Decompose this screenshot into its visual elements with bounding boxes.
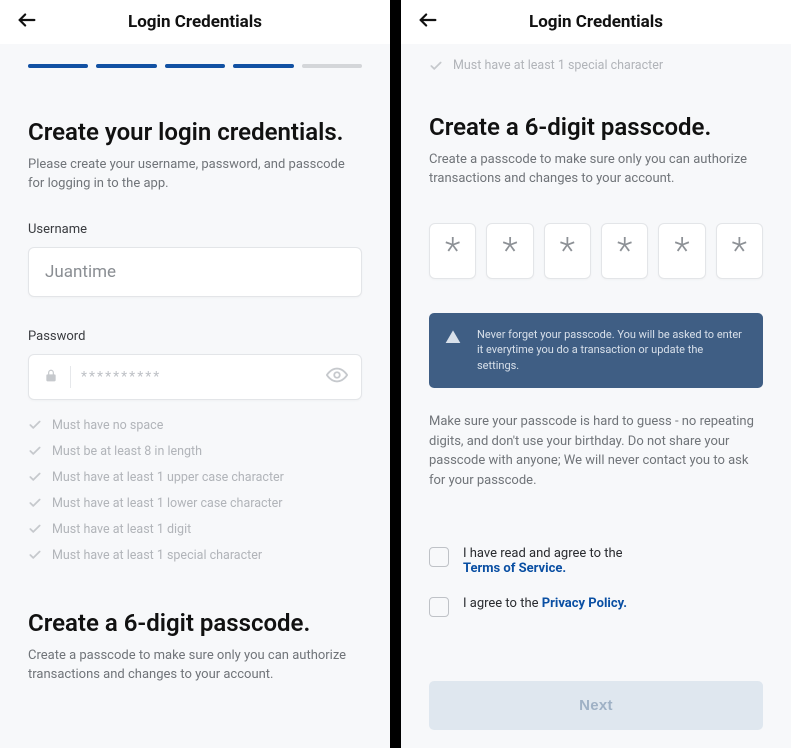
phone-left: Login Credentials Create your login cred… <box>0 0 390 748</box>
back-arrow-icon <box>16 9 38 31</box>
rule-text: Must have at least 1 lower case characte… <box>52 496 283 511</box>
terms-link[interactable]: Terms of Service. <box>463 561 566 576</box>
username-input[interactable]: Juantime <box>28 247 362 297</box>
show-password-button[interactable] <box>326 364 348 390</box>
pin-box-3[interactable]: * <box>544 223 591 279</box>
rule-item: Must have at least 1 lower case characte… <box>28 496 362 511</box>
phone-right: Login Credentials Must have at least 1 s… <box>401 0 791 748</box>
progress-bar <box>28 64 362 68</box>
pin-box-1[interactable]: * <box>429 223 476 279</box>
subtext-passcode: Create a passcode to make sure only you … <box>28 647 362 685</box>
phone-separator <box>390 0 401 748</box>
passcode-input[interactable]: * * * * * * <box>429 223 763 279</box>
rule-text: Must have at least 1 special character <box>453 58 663 73</box>
info-text: Never forget your passcode. You will be … <box>477 328 742 373</box>
pin-box-4[interactable]: * <box>601 223 648 279</box>
progress-seg-3 <box>165 64 225 68</box>
progress-seg-2 <box>96 64 156 68</box>
rule-item: Must have no space <box>28 418 362 433</box>
check-icon <box>28 522 42 536</box>
password-input-wrap: ********** <box>28 354 362 400</box>
subtext-credentials: Please create your username, password, a… <box>28 156 362 194</box>
check-icon <box>28 418 42 432</box>
app-header: Login Credentials <box>401 0 791 44</box>
page-title: Login Credentials <box>529 12 663 32</box>
check-icon <box>28 444 42 458</box>
passcode-tip: Make sure your passcode is hard to guess… <box>429 412 763 490</box>
privacy-checkbox[interactable] <box>429 597 449 617</box>
next-button[interactable]: Next <box>429 681 763 730</box>
password-input[interactable]: ********** <box>28 354 362 400</box>
privacy-link[interactable]: Privacy Policy. <box>542 596 627 611</box>
subtext-passcode: Create a passcode to make sure only you … <box>429 151 763 189</box>
info-banner: Never forget your passcode. You will be … <box>429 313 763 389</box>
password-label: Password <box>28 329 362 344</box>
terms-text: I have read and agree to the Terms of Se… <box>463 546 623 576</box>
check-icon <box>28 548 42 562</box>
warning-icon <box>445 329 461 345</box>
pin-box-6[interactable]: * <box>716 223 763 279</box>
rule-item: Must have at least 1 digit <box>28 522 362 537</box>
progress-seg-1 <box>28 64 88 68</box>
back-arrow-icon <box>417 9 439 31</box>
back-button[interactable] <box>417 9 439 35</box>
terms-checkbox[interactable] <box>429 547 449 567</box>
privacy-checkbox-row: I agree to the Privacy Policy. <box>429 596 763 617</box>
rule-item-trailing: Must have at least 1 special character <box>429 58 763 73</box>
terms-checkbox-row: I have read and agree to the Terms of Se… <box>429 546 763 576</box>
privacy-text: I agree to the Privacy Policy. <box>463 596 627 611</box>
rule-item: Must have at least 1 special character <box>28 548 362 563</box>
check-icon <box>28 470 42 484</box>
input-divider <box>70 366 71 388</box>
username-label: Username <box>28 222 362 237</box>
progress-seg-5 <box>302 64 362 68</box>
check-icon <box>429 59 443 73</box>
password-rules: Must have no space Must be at least 8 in… <box>28 418 362 563</box>
pin-box-5[interactable]: * <box>658 223 705 279</box>
heading-passcode: Create a 6-digit passcode. <box>429 113 763 141</box>
lock-icon <box>44 367 58 386</box>
eye-icon <box>326 364 348 386</box>
rule-text: Must be at least 8 in length <box>52 444 202 459</box>
rule-text: Must have at least 1 special character <box>52 548 262 563</box>
heading-credentials: Create your login credentials. <box>28 118 362 146</box>
check-icon <box>28 496 42 510</box>
heading-passcode: Create a 6-digit passcode. <box>28 609 362 637</box>
page-title: Login Credentials <box>128 12 262 32</box>
rule-text: Must have at least 1 digit <box>52 522 191 537</box>
rule-item: Must have at least 1 upper case characte… <box>28 470 362 485</box>
rule-text: Must have no space <box>52 418 163 433</box>
app-header: Login Credentials <box>0 0 390 44</box>
pin-box-2[interactable]: * <box>486 223 533 279</box>
rule-item: Must be at least 8 in length <box>28 444 362 459</box>
progress-seg-4 <box>233 64 293 68</box>
back-button[interactable] <box>16 9 38 35</box>
rule-text: Must have at least 1 upper case characte… <box>52 470 284 485</box>
